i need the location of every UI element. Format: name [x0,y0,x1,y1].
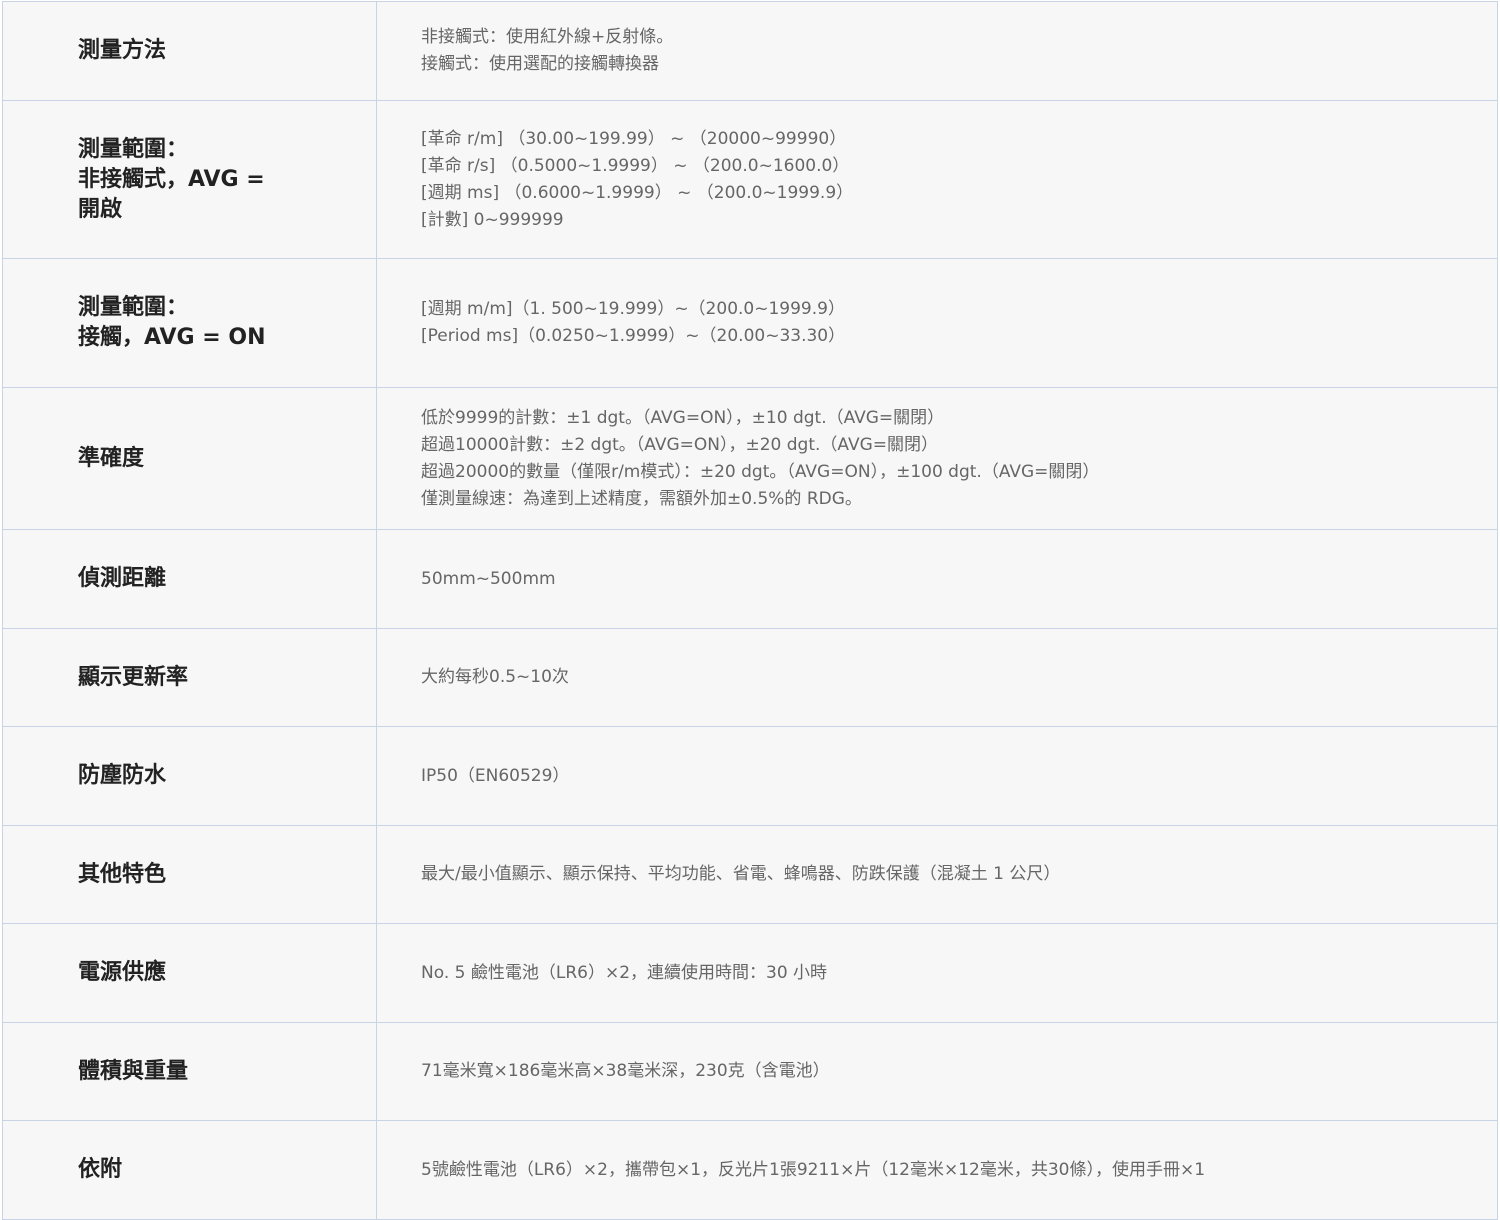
spec-label: 準確度 [2,387,377,530]
spec-label-line: 偵測距離 [78,566,167,591]
spec-label: 偵測距離 [2,529,377,629]
spec-label: 依附 [2,1120,377,1220]
spec-value: [革命 r/m] （30.00~199.99） ~ （20000~99990） … [376,100,1498,259]
spec-label: 體積與重量 [2,1022,377,1121]
spec-label: 其他特色 [2,825,377,924]
table-row: 顯示更新率 大約每秒0.5~10次 [2,628,1498,727]
table-row: 防塵防水 IP50（EN60529） [2,726,1498,826]
spec-value-line: [革命 r/m] （30.00~199.99） ~ （20000~99990） [421,128,847,149]
spec-value-line: No. 5 鹼性電池（LR6）×2，連續使用時間：30 小時 [421,962,828,983]
spec-value-line: 超過10000計數：±2 dgt。（AVG=ON），±20 dgt.（AVG=關… [421,434,938,455]
spec-label-line: 顯示更新率 [78,664,189,690]
spec-value-line: 大約每秒0.5~10次 [421,667,569,687]
spec-value: [週期 m/m]（1. 500~19.999）~（200.0~1999.9） [… [376,258,1498,388]
spec-value-line: [計數] 0~999999 [421,209,564,230]
spec-label: 顯示更新率 [2,628,377,727]
spec-value-line: [週期 ms] （0.6000~1.9999） ~ （200.0~1999.9） [421,182,854,203]
spec-label: 測量範圍： 非接觸式，AVG = 開啟 [2,100,377,259]
spec-value-line: [週期 m/m]（1. 500~19.999）~（200.0~1999.9） [421,299,845,319]
spec-value-line: IP50（EN60529） [421,765,570,786]
spec-label-line: 測量範圍： [78,136,189,162]
spec-value-line: 超過20000的數量（僅限r/m模式）：±20 dgt。（AVG=ON），±10… [421,461,1100,482]
table-row: 其他特色 最大/最小值顯示、顯示保持、平均功能、省電、蜂鳴器、防跌保護（混凝土 … [2,825,1498,924]
table-row: 偵測距離 50mm~500mm [2,529,1498,629]
spec-label-line: 開啟 [78,196,123,222]
spec-value-line: [Period ms]（0.0250~1.9999）~（20.00~33.30） [421,326,846,346]
spec-value-line: 接觸式：使用選配的接觸轉換器 [421,54,659,74]
spec-value-line: 低於9999的計數：±1 dgt。（AVG=ON），±10 dgt.（AVG=關… [421,407,945,428]
spec-label-line: 其他特色 [78,861,167,887]
spec-value: 50mm~500mm [376,529,1498,629]
table-row: 測量方法 非接觸式：使用紅外線+反射條。 接觸式：使用選配的接觸轉換器 [2,1,1498,101]
spec-label-line: 依附 [78,1157,123,1182]
spec-label-line: 電源供應 [78,960,167,985]
table-row: 體積與重量 71毫米寬×186毫米高×38毫米深，230克（含電池） [2,1022,1498,1121]
spec-label: 防塵防水 [2,726,377,826]
spec-value-line: 5號鹼性電池（LR6）×2，攜帶包×1，反光片1張9211×片（12毫米×12毫… [421,1159,1206,1180]
spec-value: 71毫米寬×186毫米高×38毫米深，230克（含電池） [376,1022,1498,1121]
spec-label: 測量方法 [2,1,377,101]
spec-label: 測量範圍： 接觸，AVG = ON [2,258,377,388]
table-row: 測量範圍： 接觸，AVG = ON [週期 m/m]（1. 500~19.999… [2,258,1498,388]
spec-value: 最大/最小值顯示、顯示保持、平均功能、省電、蜂鳴器、防跌保護（混凝土 1 公尺） [376,825,1498,924]
spec-value: No. 5 鹼性電池（LR6）×2，連續使用時間：30 小時 [376,923,1498,1023]
spec-value-line: 最大/最小值顯示、顯示保持、平均功能、省電、蜂鳴器、防跌保護（混凝土 1 公尺） [421,864,1061,884]
spec-value-line: 71毫米寬×186毫米高×38毫米深，230克（含電池） [421,1061,830,1081]
spec-value: 低於9999的計數：±1 dgt。（AVG=ON），±10 dgt.（AVG=關… [376,387,1498,530]
spec-value-line: 僅測量線速：為達到上述精度，需額外加±0.5%的 RDG。 [421,488,862,509]
spec-value: IP50（EN60529） [376,726,1498,826]
table-row: 依附 5號鹼性電池（LR6）×2，攜帶包×1，反光片1張9211×片（12毫米×… [2,1120,1498,1220]
spec-value-line: 50mm~500mm [421,568,556,589]
spec-label-line: 測量方法 [78,38,167,63]
table-row: 測量範圍： 非接觸式，AVG = 開啟 [革命 r/m] （30.00~199.… [2,100,1498,259]
spec-value-line: [革命 r/s] （0.5000~1.9999） ~ （200.0~1600.0… [421,155,850,176]
spec-value: 大約每秒0.5~10次 [376,628,1498,727]
spec-value: 5號鹼性電池（LR6）×2，攜帶包×1，反光片1張9211×片（12毫米×12毫… [376,1120,1498,1220]
spec-label-line: 非接觸式，AVG = [78,166,265,192]
spec-label-line: 準確度 [78,445,145,471]
table-row: 電源供應 No. 5 鹼性電池（LR6）×2，連續使用時間：30 小時 [2,923,1498,1023]
spec-value: 非接觸式：使用紅外線+反射條。 接觸式：使用選配的接觸轉換器 [376,1,1498,101]
spec-label-line: 防塵防水 [78,763,167,788]
spec-label-line: 測量範圍： [78,295,189,320]
table-row: 準確度 低於9999的計數：±1 dgt。（AVG=ON），±10 dgt.（A… [2,387,1498,530]
spec-label-line: 體積與重量 [78,1058,189,1084]
spec-table: 測量方法 非接觸式：使用紅外線+反射條。 接觸式：使用選配的接觸轉換器 測量範圍… [2,1,1498,1220]
spec-label-line: 接觸，AVG = ON [78,325,266,350]
spec-value-line: 非接觸式：使用紅外線+反射條。 [421,27,674,47]
spec-label: 電源供應 [2,923,377,1023]
